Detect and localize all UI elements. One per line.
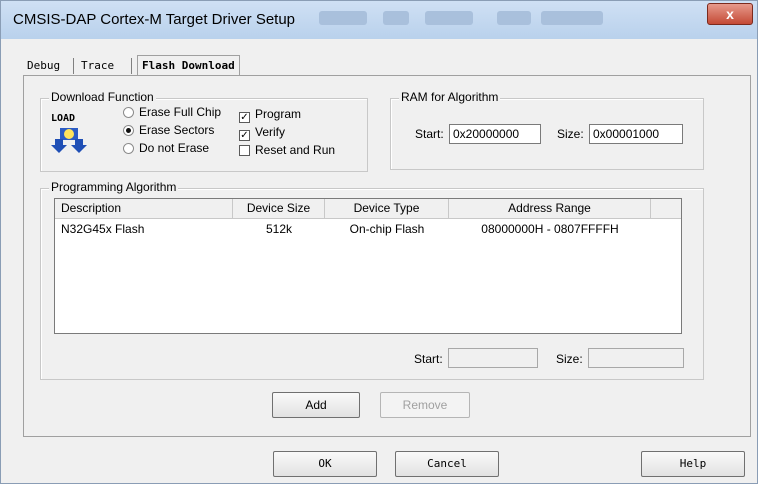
window-title: CMSIS-DAP Cortex-M Target Driver Setup [13, 11, 296, 28]
radio-icon [123, 143, 134, 154]
column-address-range[interactable]: Address Range [449, 199, 651, 218]
cell-description: N32G45x Flash [61, 222, 145, 236]
checkmark-icon: ✓ [239, 130, 250, 141]
cell-address-range: 08000000H - 0807FFFFH [481, 222, 619, 236]
close-button[interactable]: x [707, 3, 753, 25]
algo-size-input[interactable] [588, 348, 684, 368]
close-icon: x [726, 6, 734, 22]
cell-device-type: On-chip Flash [349, 222, 425, 236]
tab-debug[interactable]: Debug [27, 57, 60, 75]
radio-selected-icon [123, 125, 134, 136]
checkbox-empty-icon [239, 145, 250, 156]
algo-start-input[interactable] [448, 348, 538, 368]
download-function-group: Download Function LOAD Erase Full Chip E… [40, 90, 368, 172]
tab-divider [73, 58, 74, 74]
column-description[interactable]: Description [55, 199, 233, 218]
algo-size-label: Size: [556, 352, 583, 366]
ram-start-label: Start: [415, 127, 444, 141]
download-function-title: Download Function [49, 90, 156, 104]
dialog-window: CMSIS-DAP Cortex-M Target Driver Setup x… [0, 0, 758, 484]
column-filler [651, 199, 681, 218]
flash-download-panel: Download Function LOAD Erase Full Chip E… [23, 75, 751, 437]
column-device-type[interactable]: Device Type [325, 199, 449, 218]
algorithm-table[interactable]: Description Device Size Device Type Addr… [54, 198, 682, 334]
ram-size-label: Size: [557, 127, 584, 141]
help-button[interactable]: Help [641, 451, 745, 477]
load-icon: LOAD [51, 113, 87, 153]
title-bar[interactable]: CMSIS-DAP Cortex-M Target Driver Setup x [1, 1, 757, 39]
program-checkbox[interactable]: ✓ Program [239, 107, 301, 123]
reset-and-run-checkbox[interactable]: Reset and Run [239, 143, 335, 157]
erase-full-chip-radio[interactable]: Erase Full Chip [123, 105, 221, 119]
cancel-button[interactable]: Cancel [395, 451, 499, 477]
cell-device-size: 512k [265, 222, 293, 236]
chip-arrow-icon [51, 128, 87, 153]
checkmark-icon: ✓ [239, 112, 250, 123]
erase-sectors-radio[interactable]: Erase Sectors [123, 123, 214, 137]
column-device-size[interactable]: Device Size [233, 199, 325, 218]
add-button[interactable]: Add [272, 392, 360, 418]
remove-button[interactable]: Remove [380, 392, 470, 418]
tab-divider [131, 58, 132, 74]
load-icon-text: LOAD [51, 113, 76, 124]
ram-start-input[interactable]: 0x20000000 [449, 124, 541, 144]
programming-algorithm-title: Programming Algorithm [49, 180, 179, 194]
table-header: Description Device Size Device Type Addr… [55, 199, 681, 219]
do-not-erase-radio[interactable]: Do not Erase [123, 141, 209, 155]
ok-button[interactable]: OK [273, 451, 377, 477]
verify-checkbox[interactable]: ✓ Verify [239, 125, 285, 141]
ram-algorithm-title: RAM for Algorithm [399, 90, 501, 104]
radio-icon [123, 107, 134, 118]
ram-size-input[interactable]: 0x00001000 [589, 124, 683, 144]
tab-trace[interactable]: Trace [81, 57, 114, 75]
ram-algorithm-group: RAM for Algorithm Start: 0x20000000 Size… [390, 90, 704, 170]
algo-start-label: Start: [414, 352, 443, 366]
